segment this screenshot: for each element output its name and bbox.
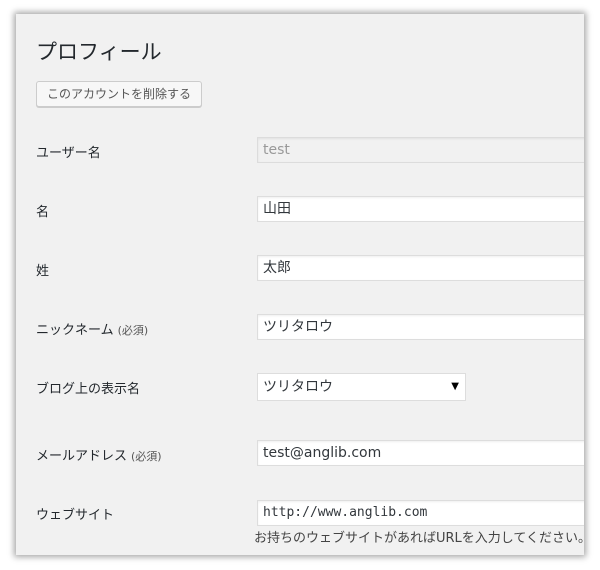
last-name-label: 姓 xyxy=(36,264,50,279)
email-label: メールアドレス (必須) xyxy=(36,445,162,464)
first-name-label: 名 xyxy=(36,205,50,220)
page-title: プロフィール xyxy=(36,40,162,64)
display-name-selected: ツリタロウ xyxy=(263,379,333,395)
profile-panel: プロフィール このアカウントを削除する ユーザー名 test 名 山田 姓 太郎… xyxy=(16,14,584,555)
nickname-field[interactable]: ツリタロウ xyxy=(257,314,584,340)
username-field: test xyxy=(257,137,584,163)
first-name-field[interactable]: 山田 xyxy=(257,196,584,222)
email-field[interactable]: test@anglib.com xyxy=(257,440,584,466)
delete-account-button[interactable]: このアカウントを削除する xyxy=(36,81,203,107)
display-name-select[interactable]: ツリタロウ ▼ xyxy=(257,373,466,401)
email-label-text: メールアドレス xyxy=(36,449,128,464)
chevron-down-icon: ▼ xyxy=(451,381,459,392)
username-label: ユーザー名 xyxy=(36,146,101,161)
website-description: お持ちのウェブサイトがあればURLを入力してください。 xyxy=(254,531,584,546)
website-field[interactable]: http://www.anglib.com xyxy=(257,500,584,526)
display-name-label: ブログ上の表示名 xyxy=(36,382,141,397)
required-note: (必須) xyxy=(117,324,149,337)
required-note: (必須) xyxy=(131,450,162,463)
nickname-label: ニックネーム (必須) xyxy=(36,319,148,338)
last-name-field[interactable]: 太郎 xyxy=(257,255,584,281)
nickname-label-text: ニックネーム xyxy=(36,323,114,338)
website-label: ウェブサイト xyxy=(36,508,115,523)
